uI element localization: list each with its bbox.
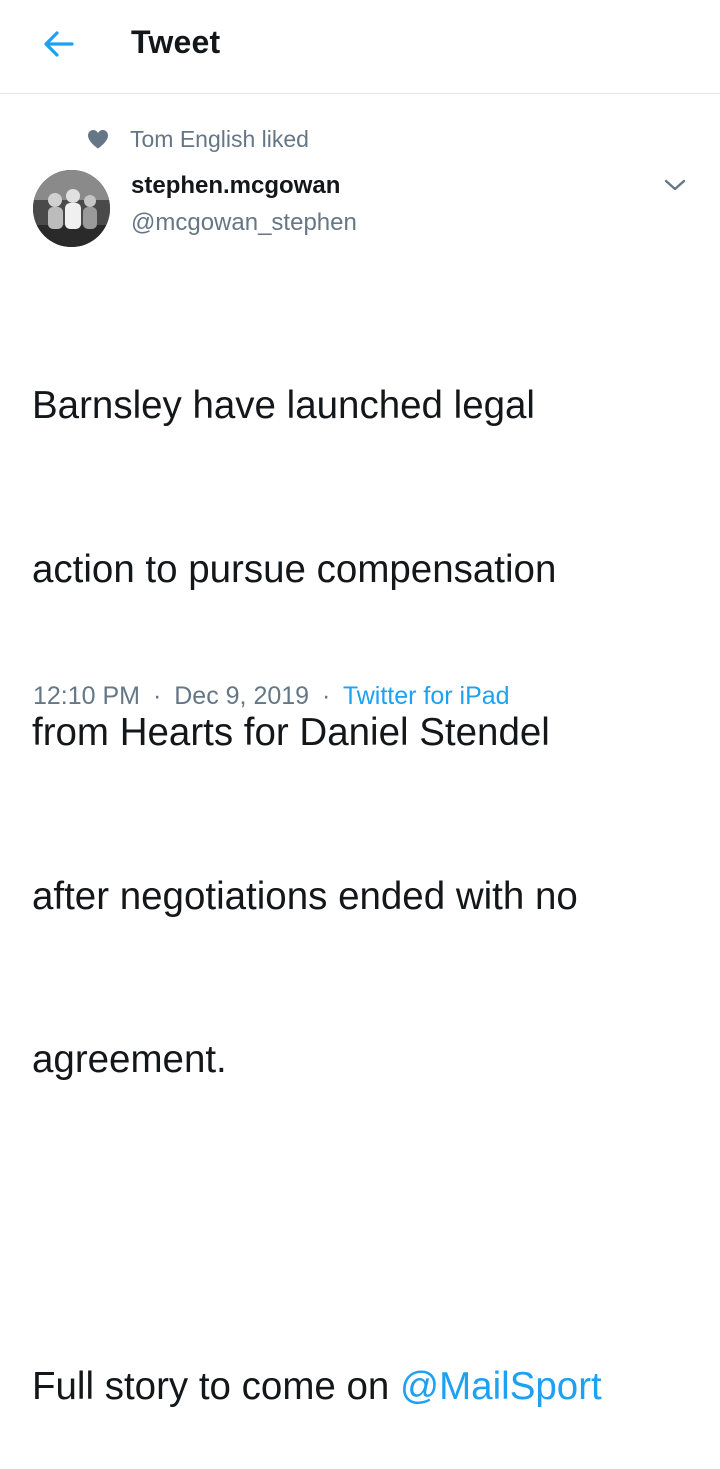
heart-icon [86, 127, 110, 151]
social-context[interactable]: Tom English liked [86, 124, 309, 154]
tweet-date[interactable]: Dec 9, 2019 [174, 682, 309, 710]
mention-link[interactable]: @MailSport [400, 1365, 602, 1408]
author-display-name[interactable]: stephen.mcgowan [131, 172, 340, 200]
social-context-text: Tom English liked [130, 125, 309, 152]
more-options-button[interactable] [660, 170, 690, 200]
meta-separator: · [322, 682, 331, 710]
tweet-text: Barnsley have launched legal action to p… [32, 270, 692, 1469]
back-button[interactable] [36, 24, 82, 64]
tweet-line: action to pursue compensation [32, 547, 557, 591]
profile-photo-icon [33, 170, 110, 247]
tweet-meta: 12:10 PM · Dec 9, 2019 · Twitter for iPa… [33, 682, 510, 711]
arrow-left-icon [44, 31, 74, 57]
meta-separator: · [152, 682, 162, 710]
tweet-time[interactable]: 12:10 PM [33, 682, 140, 710]
page-title: Tweet [131, 24, 221, 60]
top-bar: Tweet [0, 0, 720, 94]
tweet-line: after negotiations ended with no [32, 874, 578, 918]
author-handle[interactable]: @mcgowan_stephen [131, 209, 357, 237]
tweet-line: Barnsley have launched legal [32, 384, 535, 427]
tweet-line-prefix: Full story to come on [32, 1365, 401, 1408]
tweet-source-link[interactable]: Twitter for iPad [343, 682, 510, 710]
chevron-down-icon [664, 179, 686, 191]
tweet-line: from Hearts for Daniel Stendel [32, 711, 550, 754]
tweet-line: agreement. [32, 1038, 227, 1081]
tweet-line: Full story to come on @MailSport [32, 1360, 692, 1415]
avatar[interactable] [33, 170, 110, 247]
